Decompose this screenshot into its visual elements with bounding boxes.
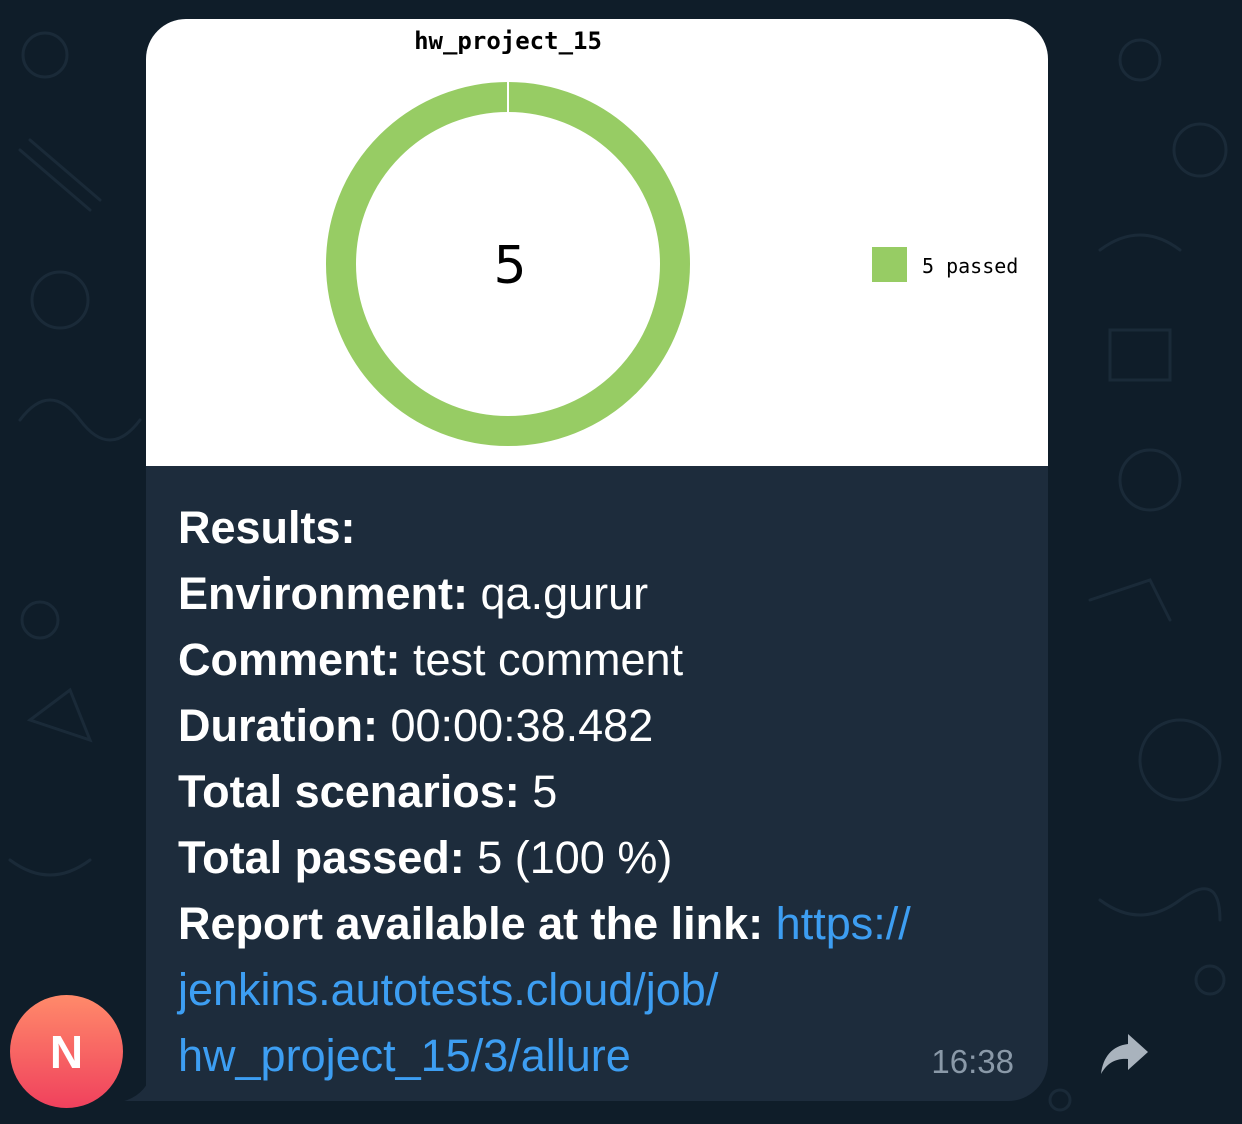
message-time: 16:38 <box>931 1043 1014 1080</box>
report-link-part-1[interactable]: https:// <box>776 898 911 949</box>
sender-avatar[interactable]: N <box>10 995 123 1108</box>
total-passed-label: Total passed: <box>178 832 465 883</box>
comment-value: test comment <box>400 634 684 685</box>
report-link-part-2[interactable]: jenkins.autotests.cloud/job/ <box>178 957 1028 1023</box>
message-text: Results: Environment: qa.gurur Comment: … <box>178 495 1028 1089</box>
total-scenarios-line: Total scenarios: 5 <box>178 759 1028 825</box>
comment-label: Comment: <box>178 634 401 685</box>
report-line: Report available at the link: https:// <box>178 891 1028 957</box>
total-scenarios-value: 5 <box>519 766 558 817</box>
allure-chart-image[interactable]: hw_project_15 5 5 passed <box>146 19 1048 466</box>
environment-line: Environment: qa.gurur <box>178 561 1028 627</box>
chart-center-label: 5 <box>493 236 526 296</box>
environment-value: qa.gurur <box>468 568 649 619</box>
chart-title: hw_project_15 <box>414 27 602 55</box>
environment-label: Environment: <box>178 568 469 619</box>
duration-value: 00:00:38.482 <box>377 700 654 751</box>
report-label: Report available at the link: <box>178 898 764 949</box>
forward-arrow-icon[interactable] <box>1098 1030 1150 1078</box>
results-label: Results: <box>178 502 356 553</box>
duration-label: Duration: <box>178 700 378 751</box>
total-scenarios-label: Total scenarios: <box>178 766 520 817</box>
comment-line: Comment: test comment <box>178 627 1028 693</box>
legend-label-0: 5 passed <box>922 254 1018 278</box>
report-link-part-3[interactable]: hw_project_15/3/allure <box>178 1023 1028 1089</box>
donut-chart: hw_project_15 5 5 passed <box>326 27 1018 446</box>
legend-swatch-0 <box>872 247 907 282</box>
duration-line: Duration: 00:00:38.482 <box>178 693 1028 759</box>
total-passed-value: 5 (100 %) <box>464 832 673 883</box>
total-passed-line: Total passed: 5 (100 %) <box>178 825 1028 891</box>
results-line: Results: <box>178 495 1028 561</box>
message-bubble[interactable]: hw_project_15 5 5 passed Results: Enviro… <box>146 19 1048 1101</box>
